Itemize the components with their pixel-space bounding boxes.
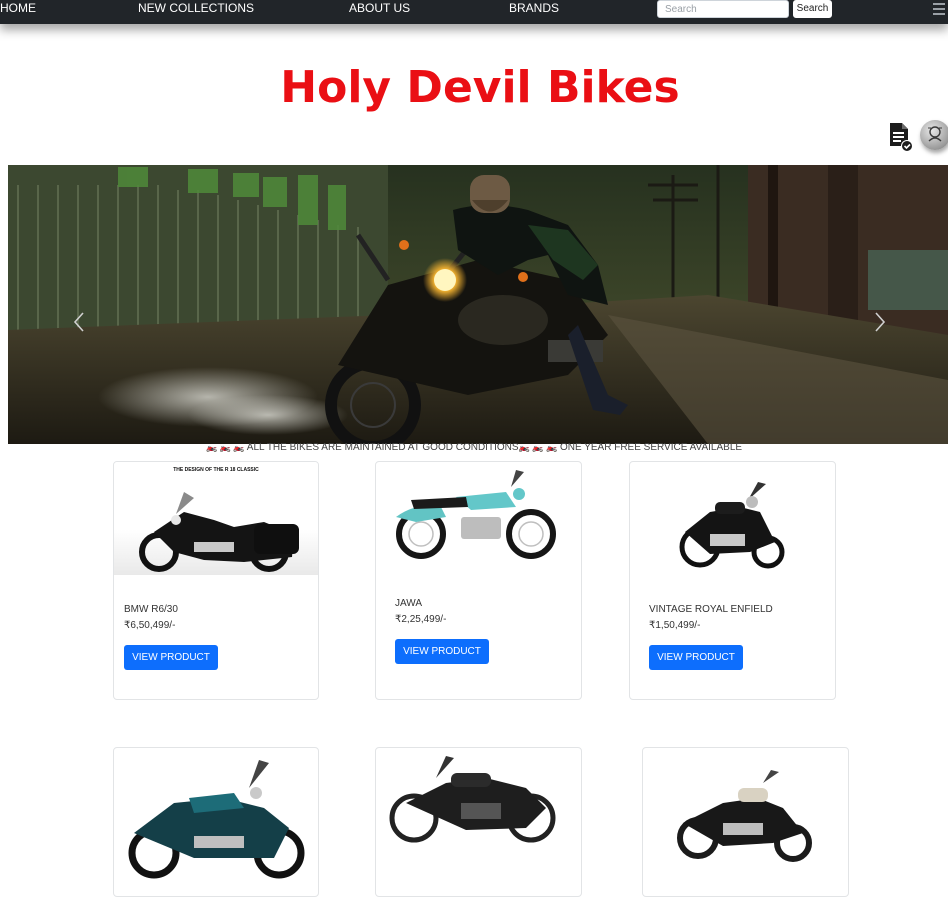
product-card: THE DESIGN OF THE R 18 CLASSIC BMW R6/30…	[113, 461, 319, 700]
product-name: JAWA	[395, 598, 423, 609]
site-title: Holy Devil Bikes	[280, 62, 680, 113]
view-product-button[interactable]: VIEW PRODUCT	[649, 645, 743, 670]
product-image-caption: THE DESIGN OF THE R 18 CLASSIC	[173, 467, 259, 473]
product-name: VINTAGE ROYAL ENFIELD	[649, 604, 773, 615]
product-image: THE DESIGN OF THE R 18 CLASSIC	[114, 462, 318, 575]
motorcycle-icon: 🏍️ 🏍️ 🏍️	[205, 442, 245, 452]
product-image	[376, 462, 581, 572]
product-image	[376, 748, 581, 888]
nav-link-about-us[interactable]: ABOUT US	[349, 0, 410, 16]
motorcycle-icon: 🏍️ 🏍️ 🏍️	[518, 442, 558, 452]
product-card: JAWA ₹2,25,499/- VIEW PRODUCT	[375, 461, 582, 700]
search-input[interactable]	[657, 0, 789, 18]
marquee-text-conditions: ALL THE BIKES ARE MAINTAINED AT GOOD CON…	[246, 442, 519, 453]
view-product-button[interactable]: VIEW PRODUCT	[124, 645, 218, 670]
product-price: ₹6,50,499/-	[124, 620, 176, 631]
chevron-left-icon[interactable]	[72, 310, 86, 334]
chevron-right-icon[interactable]	[873, 310, 887, 334]
nav-link-new-collections[interactable]: NEW COLLECTIONS	[138, 0, 254, 16]
hero-carousel	[8, 165, 948, 444]
product-card	[642, 747, 849, 897]
document-check-icon[interactable]	[888, 122, 914, 152]
product-card	[113, 747, 319, 897]
product-card	[375, 747, 582, 897]
view-product-button[interactable]: VIEW PRODUCT	[395, 639, 489, 664]
product-price: ₹2,25,499/-	[395, 614, 447, 625]
product-name: BMW R6/30	[124, 604, 178, 615]
announcement-marquee: 🏍️ 🏍️ 🏍️ ALL THE BIKES ARE MAINTAINED AT…	[0, 442, 948, 453]
product-image	[643, 748, 848, 888]
profile-avatar-icon[interactable]	[920, 120, 948, 150]
menu-icon[interactable]	[930, 0, 948, 18]
product-price: ₹1,50,499/-	[649, 620, 701, 631]
product-card: VINTAGE ROYAL ENFIELD ₹1,50,499/- VIEW P…	[629, 461, 836, 700]
hero-banner-image	[8, 165, 948, 444]
product-image	[630, 462, 835, 577]
nav-link-home[interactable]: HOME	[0, 0, 36, 16]
search-button[interactable]: Search	[793, 0, 832, 18]
nav-link-brands[interactable]: BRANDS	[509, 0, 559, 16]
top-navbar: HOME NEW COLLECTIONS ABOUT US BRANDS Sea…	[0, 0, 948, 24]
product-image	[114, 748, 318, 888]
marquee-text-service: ONE YEAR FREE SERVICE AVAILABLE	[559, 442, 743, 453]
